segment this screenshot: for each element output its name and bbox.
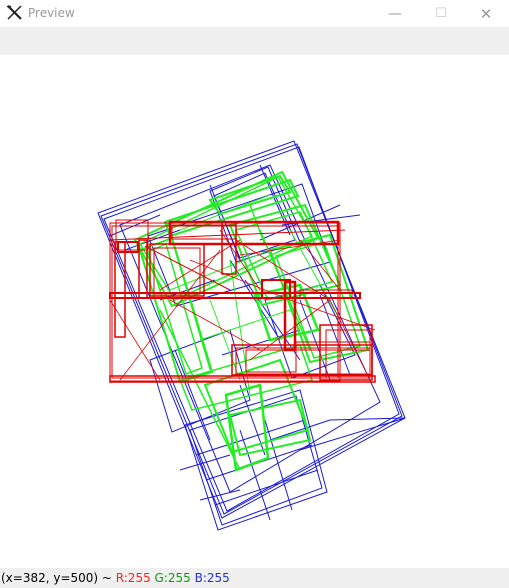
title-bar[interactable]: Preview — ☐ ✕ — [0, 0, 509, 27]
window-title: Preview — [28, 6, 75, 20]
opencv-x-icon — [6, 5, 22, 20]
pixel-blue-value: B:255 — [194, 571, 230, 585]
pixel-red-value: R:255 — [115, 571, 151, 585]
minimize-icon: — — [388, 5, 402, 22]
toolbar — [0, 27, 509, 55]
pixel-green-value: G:255 — [154, 571, 191, 585]
maximize-button[interactable]: ☐ — [418, 0, 464, 27]
status-bar: (x=382, y=500) ~ R:255 G:255 B:255 — [0, 568, 509, 588]
blue-wireframe — [97, 140, 406, 531]
image-canvas[interactable] — [0, 55, 509, 568]
preview-window: Preview — ☐ ✕ (x=382, y=500) ~ R:255 G:2… — [0, 0, 509, 588]
close-icon: ✕ — [479, 4, 493, 23]
close-button[interactable]: ✕ — [463, 0, 509, 27]
wireframe-drawing — [97, 140, 406, 531]
maximize-icon: ☐ — [435, 6, 447, 21]
cursor-coordinates: (x=382, y=500) ~ — [1, 571, 116, 585]
minimize-button[interactable]: — — [372, 0, 418, 27]
